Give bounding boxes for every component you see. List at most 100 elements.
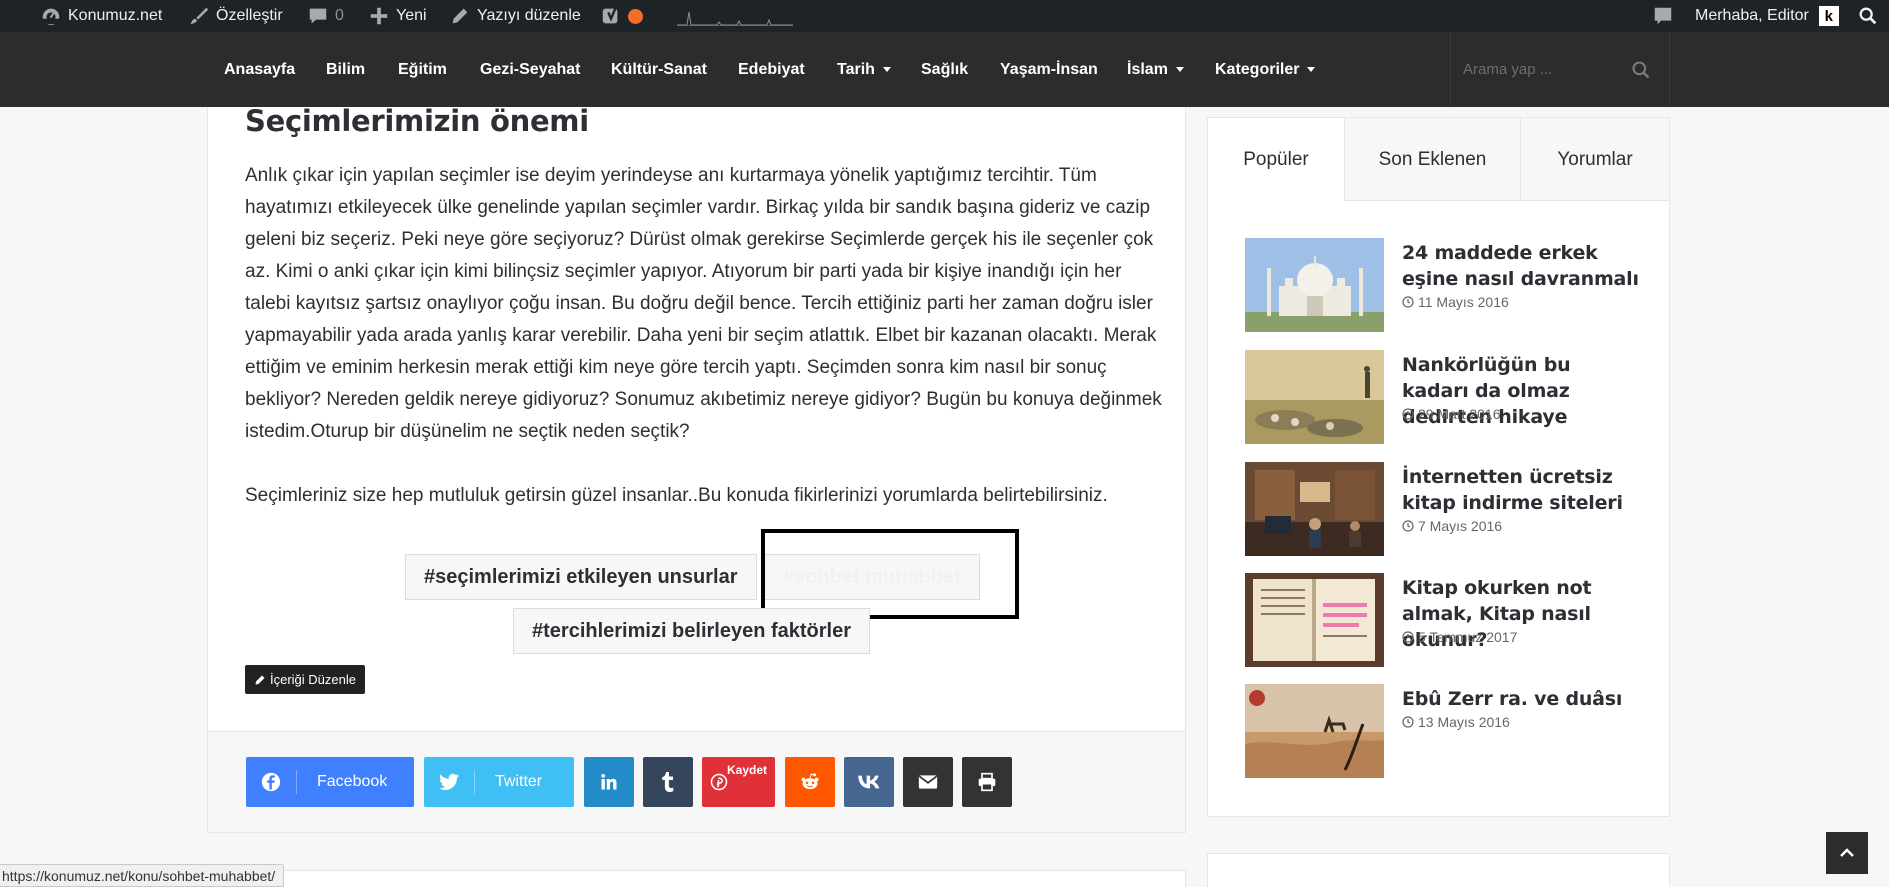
facebook-icon	[246, 772, 296, 792]
post-thumbnail[interactable]	[1245, 573, 1384, 667]
edit-content-button[interactable]: İçeriği Düzenle	[245, 665, 365, 694]
article-heading: Seçimlerimizin önemi	[245, 104, 589, 138]
clock-icon	[1402, 520, 1414, 532]
nav-item-yasam-insan[interactable]: Yaşam-İnsan	[1000, 32, 1098, 107]
post-title[interactable]: Ebû Zerr ra. ve duâsı	[1402, 686, 1642, 712]
share-linkedin-button[interactable]	[584, 757, 634, 807]
chevron-down-icon	[1307, 67, 1316, 72]
nav-label: Sağlık	[921, 60, 969, 78]
pinterest-save-label: Kaydet	[727, 763, 768, 777]
post-date: 13 Mayıs 2016	[1402, 714, 1510, 730]
tab-label: Son Eklenen	[1378, 148, 1487, 170]
clock-icon	[1402, 408, 1414, 420]
search-input[interactable]	[1463, 61, 1623, 78]
article-body: Anlık çıkar için yapılan seçimler ise de…	[245, 160, 1165, 544]
open-book-image	[1245, 573, 1384, 667]
nav-search	[1450, 32, 1670, 107]
customize-label: Özelleştir	[216, 7, 283, 24]
library-image	[1245, 462, 1384, 556]
tag-secimlerimizi-etkileyen-unsurlar[interactable]: #seçimlerimizi etkileyen unsurlar	[405, 554, 757, 600]
post-date: 11 Mayıs 2016	[1402, 294, 1509, 310]
nav-label: Yaşam-İnsan	[1000, 60, 1098, 78]
chevron-down-icon	[1175, 67, 1184, 72]
browser-status-bar: https://konumuz.net/konu/sohbet-muhabbet…	[0, 864, 285, 887]
nav-label: Eğitim	[398, 60, 447, 78]
nav-item-islam[interactable]: İslam	[1127, 32, 1184, 107]
tab-yorumlar[interactable]: Yorumlar	[1521, 118, 1669, 201]
admin-bar-account[interactable]: Merhaba, Editor k	[1695, 0, 1839, 32]
nav-item-edebiyat[interactable]: Edebiyat	[738, 32, 805, 107]
admin-bar: Konumuz.net Özelleştir 0 Yeni Yazıyı düz…	[0, 0, 1889, 32]
chevron-up-icon	[1840, 848, 1854, 857]
post-thumbnail[interactable]	[1245, 350, 1384, 444]
list-item: Kitap okurken not almak, Kitap nasıl oku…	[1245, 573, 1645, 669]
post-date: 5 Temmuz 2017	[1402, 629, 1517, 645]
focus-highlight-box	[761, 529, 1019, 619]
admin-bar-notifications[interactable]	[1652, 0, 1674, 32]
nav-label: Kategoriler	[1215, 60, 1300, 78]
share-facebook-button[interactable]: Facebook	[246, 757, 414, 807]
status-url: https://konumuz.net/konu/sohbet-muhabbet…	[2, 867, 276, 884]
share-print-button[interactable]	[962, 757, 1012, 807]
tab-label: Yorumlar	[1557, 148, 1633, 170]
nav-label: Tarih	[837, 60, 875, 78]
nav-item-kategoriler[interactable]: Kategoriler	[1215, 32, 1316, 107]
clock-icon	[1402, 296, 1414, 308]
shepherd-sheep-image	[1245, 350, 1384, 444]
pencil-icon	[452, 8, 468, 24]
share-email-button[interactable]	[903, 757, 953, 807]
post-date-text: 5 Temmuz 2017	[1418, 629, 1518, 645]
envelope-icon	[903, 774, 953, 790]
tag-tercihlerimizi-belirleyen-faktorler[interactable]: #tercihlerimizi belirleyen faktörler	[513, 608, 871, 654]
admin-bar-search[interactable]	[1857, 0, 1879, 32]
sidebar-widget-2	[1207, 853, 1670, 887]
post-thumbnail[interactable]	[1245, 462, 1384, 556]
nav-item-anasayfa[interactable]: Anasayfa	[224, 32, 295, 107]
share-vk-button[interactable]	[844, 757, 894, 807]
greeting-text: Merhaba, Editor	[1695, 7, 1809, 24]
post-thumbnail[interactable]	[1245, 238, 1384, 332]
admin-bar-new[interactable]: Yeni	[368, 0, 427, 32]
vk-icon	[844, 775, 894, 789]
admin-bar-yoast[interactable]	[600, 0, 643, 32]
search-icon	[1859, 7, 1877, 25]
avatar: k	[1818, 6, 1839, 26]
admin-bar-site[interactable]: Konumuz.net	[40, 0, 162, 32]
tab-populer[interactable]: Popüler	[1208, 118, 1345, 202]
admin-bar-customize[interactable]: Özelleştir	[188, 0, 283, 32]
yoast-icon	[602, 7, 618, 24]
comments-count: 0	[335, 7, 344, 24]
post-title[interactable]: 24 maddede erkek eşine nasıl davranmalı	[1402, 240, 1642, 292]
admin-bar-comments[interactable]: 0	[307, 0, 344, 32]
main-navigation: Anasayfa Bilim Eğitim Gezi-Seyahat Kültü…	[0, 32, 1889, 107]
clock-icon	[1402, 716, 1414, 728]
admin-bar-edit-post[interactable]: Yazıyı düzenle	[449, 0, 581, 32]
separator	[474, 770, 475, 794]
nav-label: Bilim	[326, 60, 366, 78]
share-reddit-button[interactable]	[785, 757, 835, 807]
facebook-label: Facebook	[317, 773, 388, 790]
post-title[interactable]: İnternetten ücretsiz kitap indirme sitel…	[1402, 464, 1642, 516]
nav-item-kultur-sanat[interactable]: Kültür-Sanat	[611, 32, 707, 107]
edit-post-label: Yazıyı düzenle	[477, 7, 581, 24]
nav-item-gezi-seyahat[interactable]: Gezi-Seyahat	[480, 32, 580, 107]
nav-item-saglik[interactable]: Sağlık	[921, 32, 968, 107]
share-tumblr-button[interactable]	[643, 757, 693, 807]
nav-label: Kültür-Sanat	[611, 60, 707, 78]
back-to-top-button[interactable]	[1826, 832, 1868, 874]
nav-label: Gezi-Seyahat	[480, 60, 581, 78]
site-name: Konumuz.net	[68, 7, 163, 24]
nav-item-egitim[interactable]: Eğitim	[398, 32, 447, 107]
post-date-text: 7 Mayıs 2016	[1418, 518, 1503, 534]
tumblr-icon	[643, 772, 693, 792]
plus-icon	[370, 7, 388, 25]
post-thumbnail[interactable]	[1245, 684, 1384, 778]
nav-item-tarih[interactable]: Tarih	[837, 32, 891, 107]
avatar-letter: k	[1824, 7, 1834, 25]
post-date-text: 29 Mart 2016	[1418, 406, 1501, 422]
search-icon[interactable]	[1631, 60, 1651, 80]
tab-son-eklenen[interactable]: Son Eklenen	[1345, 118, 1521, 201]
post-date-text: 11 Mayıs 2016	[1418, 294, 1509, 310]
nav-item-bilim[interactable]: Bilim	[326, 32, 365, 107]
share-twitter-button[interactable]: Twitter	[424, 757, 574, 807]
